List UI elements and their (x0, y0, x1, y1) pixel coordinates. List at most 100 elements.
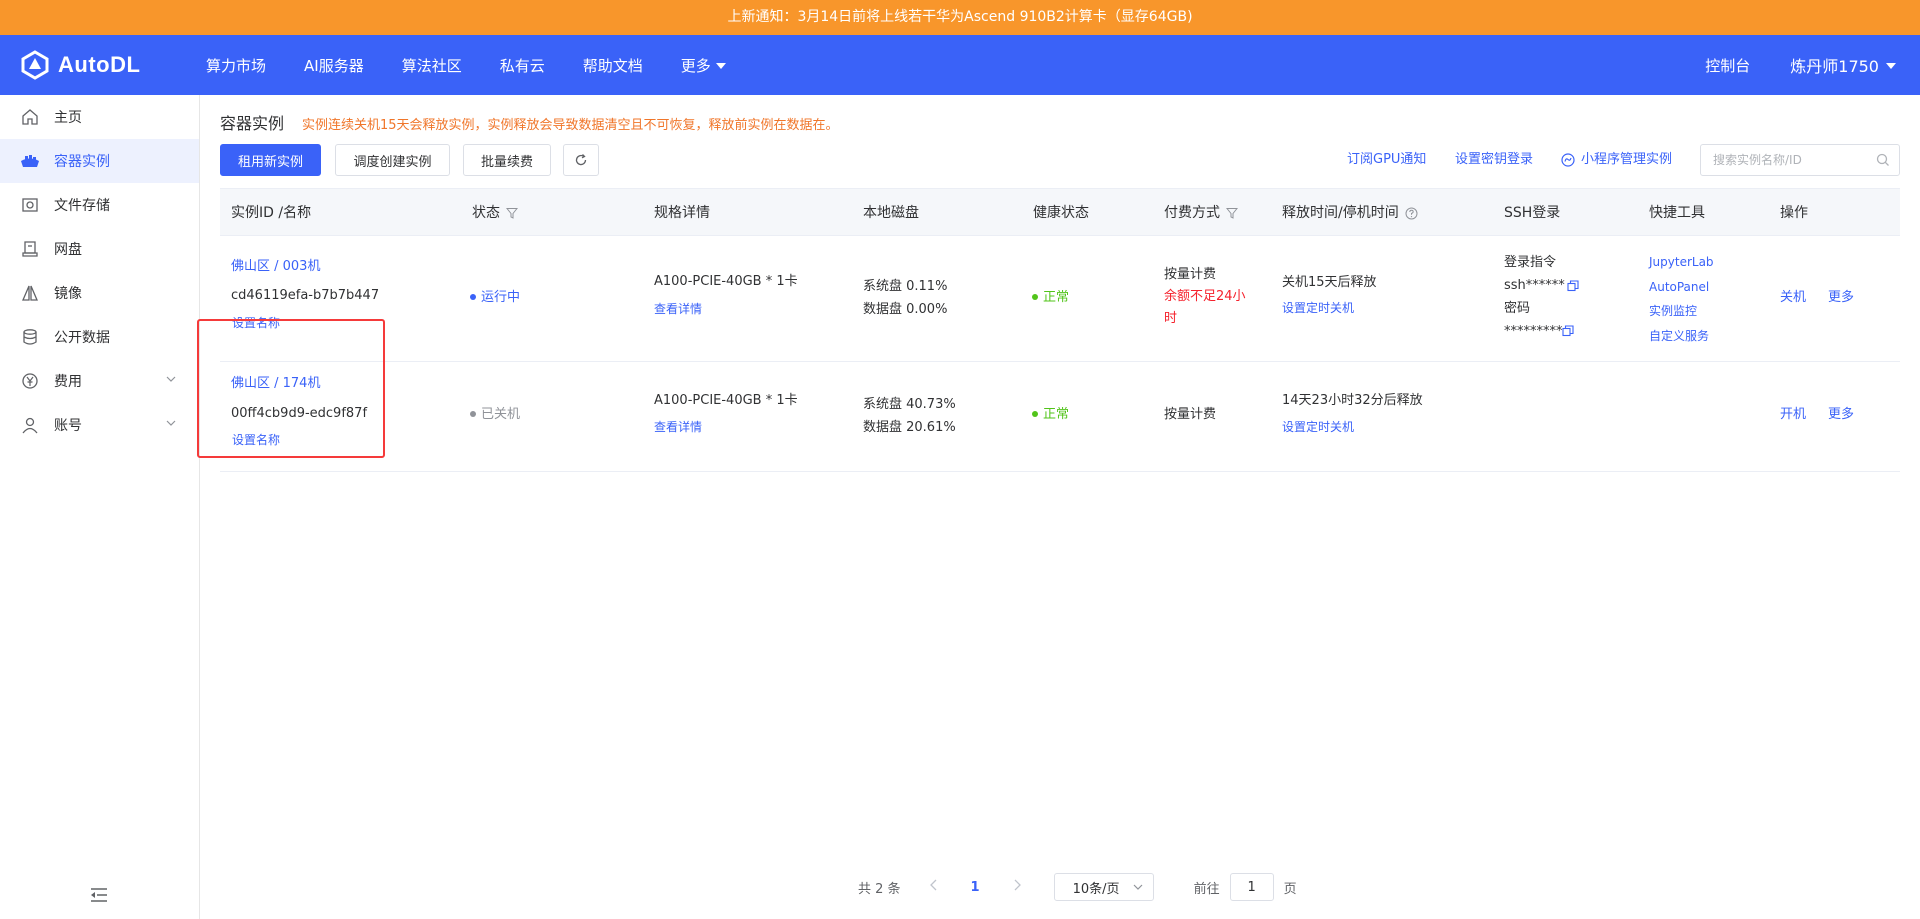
ssh-key-login-link[interactable]: 设置密钥登录 (1455, 144, 1533, 176)
health-dot (1032, 410, 1038, 417)
title-row: 容器实例 实例连续关机15天会释放实例，实例释放会导致数据清空且不可恢复，释放前… (220, 110, 839, 134)
console-link[interactable]: 控制台 (1705, 55, 1750, 76)
health-badge: 正常 (1032, 286, 1069, 310)
spec-detail-link[interactable]: 查看详情 (654, 415, 702, 439)
th-payment: 付费方式 (1164, 189, 1238, 237)
page-number[interactable]: 1 (971, 880, 980, 895)
nav-item-docs[interactable]: 帮助文档 (583, 55, 643, 76)
image-icon (20, 283, 40, 303)
chevron-down-icon (166, 376, 176, 382)
goto-page-input[interactable] (1229, 873, 1274, 901)
instance-name-link[interactable]: 佛山区 / 174机 (231, 372, 320, 396)
tool-monitor-link[interactable]: 实例监控 (1649, 299, 1697, 323)
data-disk: 数据盘 20.61% (863, 420, 956, 435)
sidebar-collapse-button[interactable] (90, 887, 108, 907)
health-dot (1032, 293, 1038, 300)
nav-item-ai-server[interactable]: AI服务器 (304, 55, 364, 76)
sidebar-item-netdisk[interactable]: 网盘 (0, 227, 199, 271)
toolbar: 租用新实例 调度创建实例 批量续费 订阅GPU通知 设置密钥登录 小程序管理实例 (220, 144, 1900, 176)
chevron-down-icon (166, 420, 176, 426)
tool-jupyterlab-link[interactable]: JupyterLab (1649, 250, 1714, 274)
database-icon (20, 327, 40, 347)
th-ssh: SSH登录 (1504, 205, 1561, 221)
user-name: 炼丹师1750 (1790, 57, 1879, 76)
set-name-link[interactable]: 设置名称 (232, 428, 280, 452)
goto-suffix: 页 (1283, 881, 1297, 897)
search-input[interactable] (1700, 144, 1900, 176)
instance-id: cd46119efa-b7b7b447 (231, 288, 380, 303)
tool-custom-service-link[interactable]: 自定义服务 (1649, 324, 1709, 348)
nav-item-market[interactable]: 算力市场 (206, 55, 266, 76)
sidebar-item-label: 主页 (54, 110, 82, 126)
disk-icon (20, 239, 40, 259)
sidebar-item-container[interactable]: 容器实例 (0, 139, 199, 183)
refresh-icon (575, 154, 587, 166)
th-status-label: 状态 (472, 205, 500, 221)
caret-down-icon (1886, 63, 1896, 69)
top-header: AutoDL 算力市场 AI服务器 算法社区 私有云 帮助文档 更多 控制台 炼… (0, 35, 1920, 95)
pagination-total: 共 2 条 (858, 881, 901, 897)
ssh-command-label: 登录指令 (1504, 255, 1557, 270)
refresh-button[interactable] (563, 144, 599, 176)
sidebar-item-label: 公开数据 (54, 330, 110, 346)
filter-icon[interactable] (506, 207, 518, 219)
sidebar-item-storage[interactable]: 文件存储 (0, 183, 199, 227)
sidebar: 主页 容器实例 文件存储 网盘 镜像 公开数据 费用 账号 (0, 95, 200, 919)
nav-item-more[interactable]: 更多 (681, 55, 726, 76)
next-page-button[interactable] (1012, 879, 1022, 895)
release-time: 关机15天后释放 (1282, 275, 1377, 290)
user-menu[interactable]: 炼丹师1750 (1790, 53, 1896, 77)
schedule-create-button[interactable]: 调度创建实例 (335, 144, 450, 176)
sidebar-item-label: 账号 (54, 418, 82, 434)
release-time: 14天23小时32分后释放 (1282, 393, 1423, 408)
timed-shutdown-link[interactable]: 设置定时关机 (1282, 296, 1354, 320)
sidebar-item-home[interactable]: 主页 (0, 95, 199, 139)
shutdown-button[interactable]: 关机 (1780, 286, 1806, 310)
nav-item-private-cloud[interactable]: 私有云 (500, 55, 545, 76)
system-disk: 系统盘 0.11% (863, 279, 948, 294)
tool-autopanel-link[interactable]: AutoPanel (1649, 275, 1709, 299)
storage-icon (20, 195, 40, 215)
sidebar-item-image[interactable]: 镜像 (0, 271, 199, 315)
sidebar-item-public-data[interactable]: 公开数据 (0, 315, 199, 359)
sidebar-item-label: 费用 (54, 374, 82, 390)
copy-icon[interactable] (1567, 280, 1579, 292)
sidebar-item-billing[interactable]: 费用 (0, 359, 199, 403)
more-actions-button[interactable]: 更多 (1828, 403, 1854, 427)
timed-shutdown-link[interactable]: 设置定时关机 (1282, 415, 1354, 439)
rent-instance-button[interactable]: 租用新实例 (220, 144, 321, 176)
status-badge: 运行中 (470, 286, 520, 310)
miniprogram-link[interactable]: 小程序管理实例 (1561, 144, 1672, 176)
page-title: 容器实例 (220, 114, 285, 133)
th-payment-label: 付费方式 (1164, 205, 1220, 221)
status-dot (470, 293, 476, 300)
header-right: 控制台 炼丹师1750 (1705, 35, 1896, 95)
instance-name-link[interactable]: 佛山区 / 003机 (231, 255, 320, 279)
nav-item-community[interactable]: 算法社区 (402, 55, 462, 76)
chevron-down-icon (1133, 884, 1143, 890)
ssh-command: ssh****** (1504, 278, 1565, 293)
set-name-link[interactable]: 设置名称 (232, 311, 280, 335)
caret-down-icon (715, 63, 726, 69)
logo[interactable]: AutoDL (20, 48, 140, 82)
th-tools: 快捷工具 (1649, 205, 1705, 221)
filter-icon[interactable] (1226, 207, 1238, 219)
copy-icon[interactable] (1562, 325, 1574, 337)
prev-page-button[interactable] (929, 879, 939, 895)
th-disk: 本地磁盘 (863, 205, 919, 221)
more-actions-button[interactable]: 更多 (1828, 286, 1854, 310)
search-icon (1876, 153, 1889, 166)
help-icon[interactable] (1405, 207, 1418, 220)
ssh-password-label: 密码 (1504, 301, 1531, 316)
power-on-button[interactable]: 开机 (1780, 403, 1806, 427)
spec-detail-link[interactable]: 查看详情 (654, 297, 702, 321)
page-size-select[interactable]: 10条/页 (1053, 873, 1154, 901)
batch-renew-button[interactable]: 批量续费 (463, 144, 551, 176)
th-status: 状态 (472, 189, 518, 237)
sidebar-item-account[interactable]: 账号 (0, 403, 199, 447)
gpu-notify-link[interactable]: 订阅GPU通知 (1347, 144, 1426, 176)
status-label: 已关机 (481, 407, 521, 422)
th-release: 释放时间/停机时间 (1282, 189, 1418, 237)
sidebar-item-label: 网盘 (54, 242, 82, 258)
home-icon (20, 107, 40, 127)
